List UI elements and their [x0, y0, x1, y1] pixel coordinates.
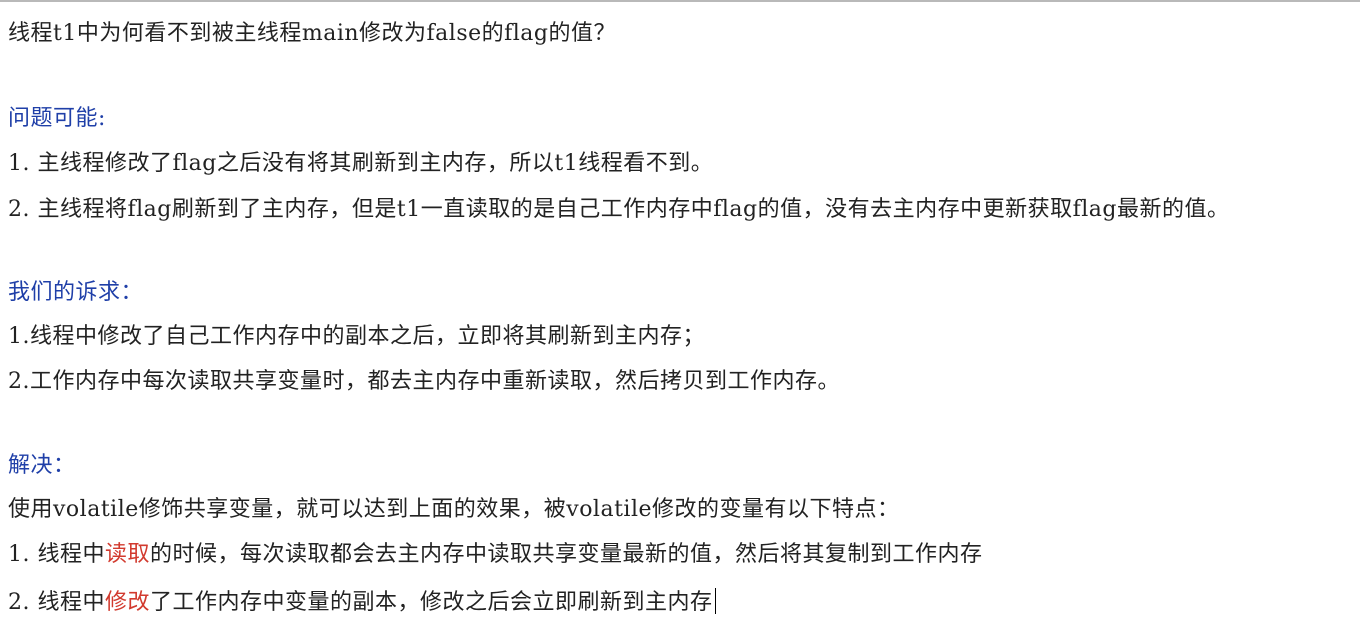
solution-item-1-after: 的时候，每次读取都会去主内存中读取共享变量最新的值，然后将其复制到工作内存: [150, 542, 983, 567]
problem-item-2: 2. 主线程将flag刷新到了主内存，但是t1一直读取的是自己工作内存中flag…: [8, 197, 1230, 222]
text-cursor: [714, 588, 716, 614]
solution-heading: 解决：: [8, 453, 76, 478]
question-line: 线程t1中为何看不到被主线程main修改为false的flag的值？: [8, 21, 617, 46]
demand-item-1: 1.线程中修改了自己工作内存中的副本之后，立即将其刷新到主内存；: [8, 324, 705, 349]
solution-item-1-before: 1. 线程中: [8, 542, 105, 567]
demand-item-2: 2.工作内存中每次读取共享变量时，都去主内存中重新读取，然后拷贝到工作内存。: [8, 369, 840, 394]
problem-item-1: 1. 主线程修改了flag之后没有将其刷新到主内存，所以t1线程看不到。: [8, 151, 714, 176]
solution-intro: 使用volatile修饰共享变量，就可以达到上面的效果，被volatile修改的…: [8, 497, 900, 522]
top-border: [0, 0, 1360, 2]
demand-heading: 我们的诉求：: [8, 280, 144, 305]
solution-item-2: 2. 线程中修改了工作内存中变量的副本，修改之后会立即刷新到主内存: [8, 588, 716, 617]
solution-item-1: 1. 线程中读取的时候，每次读取都会去主内存中读取共享变量最新的值，然后将其复制…: [8, 541, 983, 569]
solution-item-1-highlight: 读取: [104, 542, 150, 567]
solution-item-2-highlight: 修改: [104, 590, 150, 615]
solution-item-2-after: 了工作内存中变量的副本，修改之后会立即刷新到主内存: [150, 590, 713, 615]
problem-heading: 问题可能:: [8, 106, 106, 131]
solution-item-2-before: 2. 线程中: [8, 590, 105, 615]
